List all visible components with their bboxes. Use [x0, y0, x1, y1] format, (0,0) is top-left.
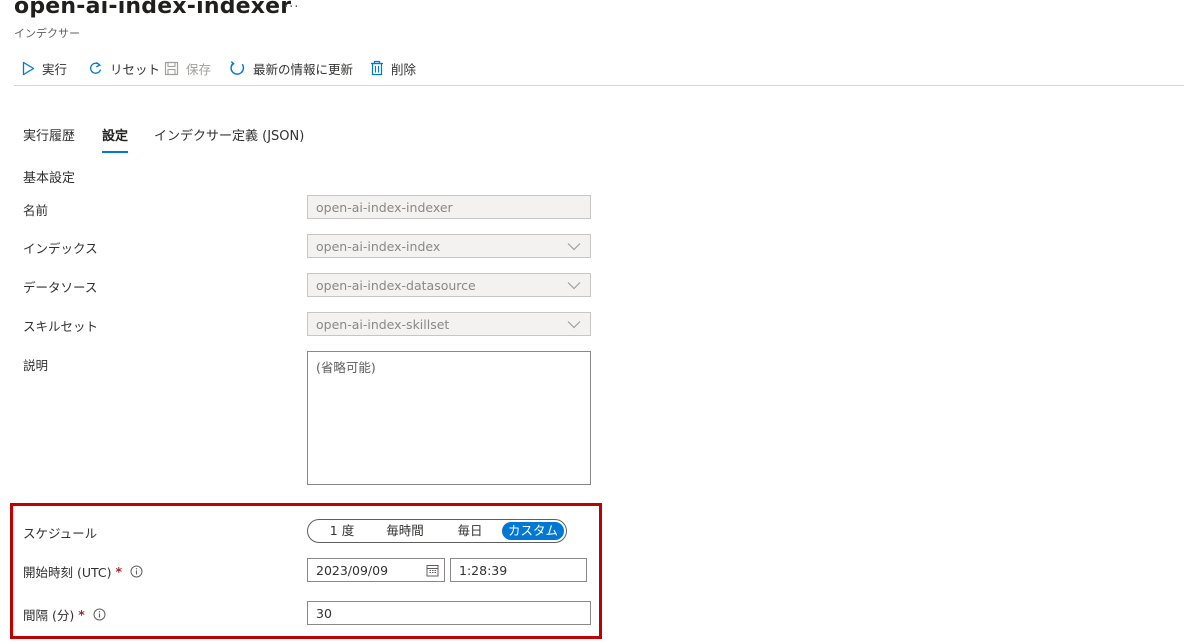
save-label: 保存: [186, 61, 212, 77]
delete-label: 削除: [391, 61, 417, 77]
datasource-label: データソース: [23, 280, 98, 295]
page-title: open-ai-index-indexer: [14, 0, 292, 19]
chevron-down-icon: [567, 282, 581, 290]
schedule-label: スケジュール: [23, 526, 98, 541]
start-time-input[interactable]: 1:28:39: [450, 558, 587, 582]
tab-indexer-definition-json[interactable]: インデクサー定義 (JSON): [154, 125, 304, 153]
save-button[interactable]: 保存: [164, 57, 211, 79]
info-icon[interactable]: [93, 608, 106, 621]
interval-value: 30: [316, 605, 332, 621]
indexer-settings-page: open-ai-index-indexer ··· インデクサー 実行 リセット…: [0, 0, 1184, 643]
reset-label: リセット: [110, 61, 161, 77]
refresh-button[interactable]: 最新の情報に更新: [229, 57, 353, 79]
name-label: 名前: [23, 203, 49, 218]
play-icon: [22, 61, 35, 75]
name-value: open-ai-index-indexer: [316, 199, 453, 215]
interval-label: 間隔 (分) *: [23, 605, 106, 624]
tab-settings[interactable]: 設定: [102, 125, 129, 153]
info-icon[interactable]: [130, 565, 143, 578]
more-options-button[interactable]: ···: [284, 0, 299, 15]
refresh-icon: [230, 60, 245, 75]
description-placeholder: (省略可能): [316, 360, 376, 375]
description-textarea[interactable]: (省略可能): [307, 351, 591, 485]
chevron-down-icon: [567, 321, 581, 329]
schedule-option-daily[interactable]: 毎日: [446, 522, 494, 540]
trash-icon: [371, 60, 383, 76]
interval-input[interactable]: 30: [307, 601, 591, 625]
refresh-label: 最新の情報に更新: [253, 61, 354, 77]
start-date-value: 2023/09/09: [316, 562, 389, 578]
schedule-segmented-control: 1 度 毎時間 毎日 カスタム: [307, 519, 567, 543]
schedule-option-once[interactable]: 1 度: [322, 522, 362, 540]
reset-button[interactable]: リセット: [88, 57, 160, 79]
reset-icon: [90, 61, 102, 74]
tab-execution-history[interactable]: 実行履歴: [23, 125, 75, 153]
start-time-label: 開始時刻 (UTC) *: [23, 562, 143, 581]
schedule-option-custom[interactable]: カスタム: [502, 522, 564, 540]
calendar-icon[interactable]: [426, 564, 439, 577]
run-label: 実行: [42, 61, 68, 77]
datasource-value: open-ai-index-datasource: [316, 277, 476, 293]
index-label: インデックス: [23, 241, 98, 256]
index-value: open-ai-index-index: [316, 238, 441, 254]
run-button[interactable]: 実行: [22, 57, 67, 79]
index-dropdown: open-ai-index-index: [307, 234, 591, 258]
required-marker: *: [115, 564, 123, 579]
datasource-dropdown: open-ai-index-datasource: [307, 273, 591, 297]
section-basic-settings: 基本設定: [23, 171, 76, 186]
chevron-down-icon: [567, 243, 581, 251]
required-marker: *: [78, 607, 85, 622]
skillset-dropdown: open-ai-index-skillset: [307, 312, 591, 336]
name-field: open-ai-index-indexer: [307, 195, 591, 219]
save-icon: [164, 61, 179, 75]
start-date-input[interactable]: 2023/09/09: [307, 558, 445, 582]
start-time-label-text: 開始時刻 (UTC): [23, 565, 112, 580]
skillset-value: open-ai-index-skillset: [316, 316, 450, 332]
start-time-value: 1:28:39: [459, 562, 508, 578]
schedule-option-hourly[interactable]: 毎時間: [378, 522, 432, 540]
skillset-label: スキルセット: [23, 319, 99, 334]
toolbar-divider: [14, 85, 1184, 86]
delete-button[interactable]: 削除: [370, 57, 416, 79]
page-subtitle: インデクサー: [14, 27, 80, 40]
interval-label-text: 間隔 (分): [23, 608, 75, 623]
description-label: 説明: [23, 358, 49, 373]
